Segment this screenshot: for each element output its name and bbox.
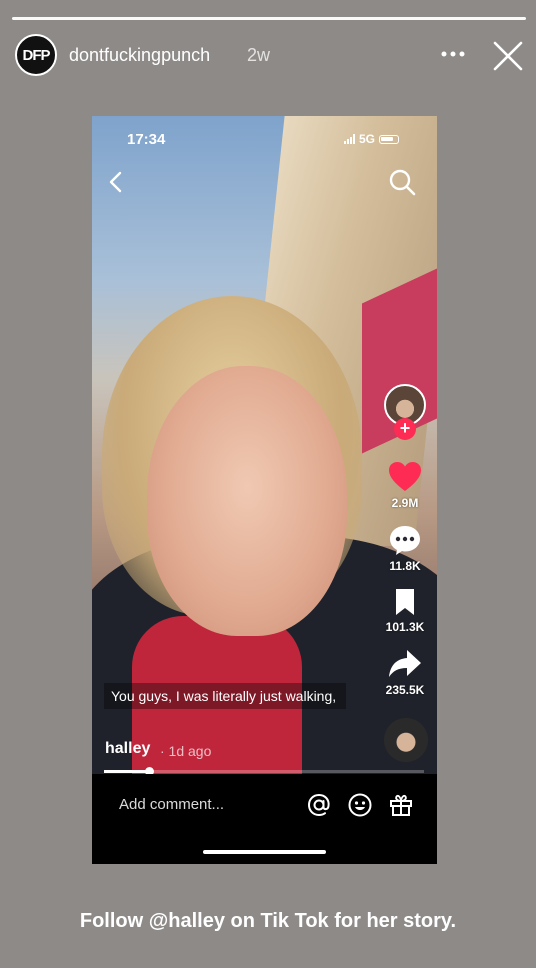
bookmark-icon bbox=[396, 589, 414, 615]
back-icon[interactable] bbox=[106, 170, 126, 194]
story-footer-text: Follow @halley on Tik Tok for her story. bbox=[79, 910, 457, 932]
comment-icon bbox=[390, 526, 420, 555]
battery-icon bbox=[379, 134, 400, 144]
share-count: 235.5K bbox=[385, 683, 425, 697]
signal-icon bbox=[344, 134, 355, 144]
comment-bar: Add comment... bbox=[92, 774, 437, 864]
search-icon[interactable] bbox=[388, 168, 416, 196]
network-label: 5G bbox=[359, 132, 376, 146]
music-disc[interactable] bbox=[384, 718, 428, 762]
close-icon[interactable] bbox=[492, 40, 524, 72]
face bbox=[147, 366, 347, 636]
story-progress-bar bbox=[12, 17, 526, 20]
more-icon[interactable] bbox=[438, 42, 468, 66]
status-time: 17:34 bbox=[127, 131, 166, 148]
comment-input[interactable]: Add comment... bbox=[119, 796, 224, 813]
tiktok-screenshot: 17:34 5G + 2.9M 11.8K 101.3K 235.5K You … bbox=[92, 116, 437, 864]
share-button[interactable]: 235.5K bbox=[380, 648, 430, 697]
video-caption: You guys, I was literally just walking, bbox=[104, 683, 346, 709]
comment-count: 11.8K bbox=[389, 559, 421, 573]
avatar-text: DFP bbox=[22, 46, 51, 64]
like-count: 2.9M bbox=[391, 496, 419, 510]
home-indicator bbox=[203, 850, 326, 854]
playback-progress bbox=[104, 770, 149, 773]
follow-plus-icon[interactable]: + bbox=[394, 418, 416, 440]
username[interactable]: dontfuckingpunch bbox=[69, 45, 210, 66]
like-button[interactable]: 2.9M bbox=[380, 461, 430, 510]
share-icon bbox=[389, 650, 421, 677]
heart-icon bbox=[389, 462, 421, 491]
emoji-icon[interactable] bbox=[347, 792, 373, 818]
status-indicators: 5G bbox=[344, 132, 400, 146]
avatar[interactable]: DFP bbox=[15, 34, 57, 76]
mention-icon[interactable] bbox=[306, 792, 332, 818]
save-count: 101.3K bbox=[385, 620, 425, 634]
save-button[interactable]: 101.3K bbox=[380, 587, 430, 634]
gift-icon[interactable] bbox=[388, 792, 414, 818]
author-handle[interactable]: halley bbox=[105, 740, 150, 758]
post-age: · 1d ago bbox=[160, 743, 212, 759]
time-ago: 2w bbox=[247, 45, 271, 65]
comment-button[interactable]: 11.8K bbox=[380, 524, 430, 573]
